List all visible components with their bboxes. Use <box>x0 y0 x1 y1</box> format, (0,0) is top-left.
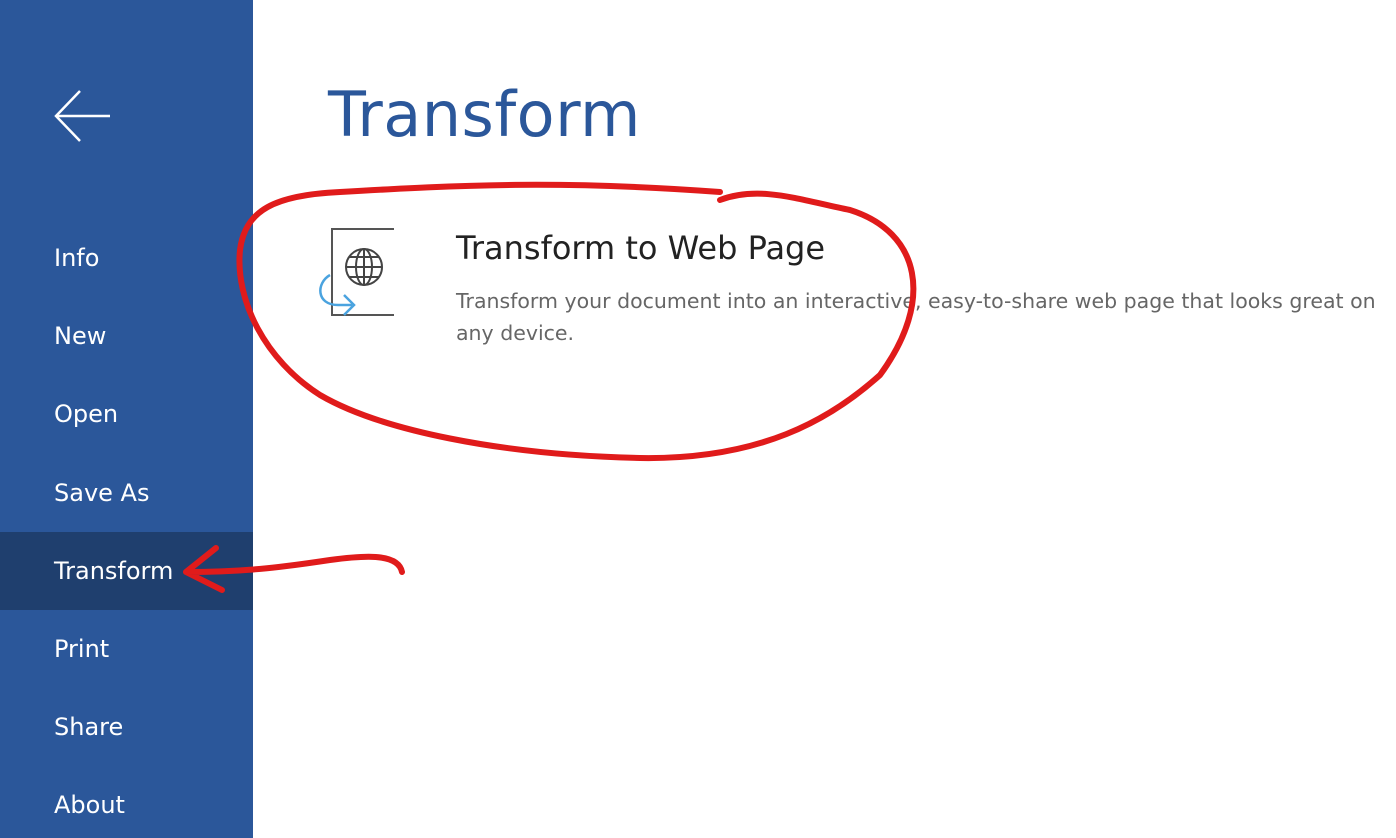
sidebar-item-label: About <box>54 791 125 819</box>
sidebar-item-label: Print <box>54 635 110 663</box>
sidebar-item-info[interactable]: Info <box>0 219 253 297</box>
sidebar-item-label: Save As <box>54 479 150 507</box>
sidebar-item-share[interactable]: Share <box>0 688 253 766</box>
sidebar-item-label: Info <box>54 244 100 272</box>
sidebar-item-label: New <box>54 322 107 350</box>
sidebar-item-save-as[interactable]: Save As <box>0 454 253 532</box>
back-button[interactable] <box>50 88 114 144</box>
sidebar-item-print[interactable]: Print <box>0 610 253 688</box>
option-description: Transform your document into an interact… <box>456 289 1376 345</box>
option-title: Transform to Web Page <box>456 229 826 267</box>
transform-to-web-page-option[interactable]: Transform to Web Page Transform your doc… <box>300 215 1390 345</box>
sidebar-item-label: Transform <box>54 557 174 585</box>
sidebar-item-label: Share <box>54 713 124 741</box>
app-window: Info New Open Save As Transform Print Sh… <box>0 0 1396 838</box>
web-page-globe-icon <box>319 228 394 316</box>
sidebar-item-transform[interactable]: Transform <box>0 532 253 610</box>
back-arrow-icon <box>54 90 110 142</box>
page-title: Transform <box>328 78 641 151</box>
sidebar-item-label: Open <box>54 400 119 428</box>
sidebar-item-open[interactable]: Open <box>0 375 253 453</box>
sidebar-item-about[interactable]: About <box>0 766 253 838</box>
sidebar-item-new[interactable]: New <box>0 297 253 375</box>
backstage-sidebar: Info New Open Save As Transform Print Sh… <box>0 0 253 838</box>
